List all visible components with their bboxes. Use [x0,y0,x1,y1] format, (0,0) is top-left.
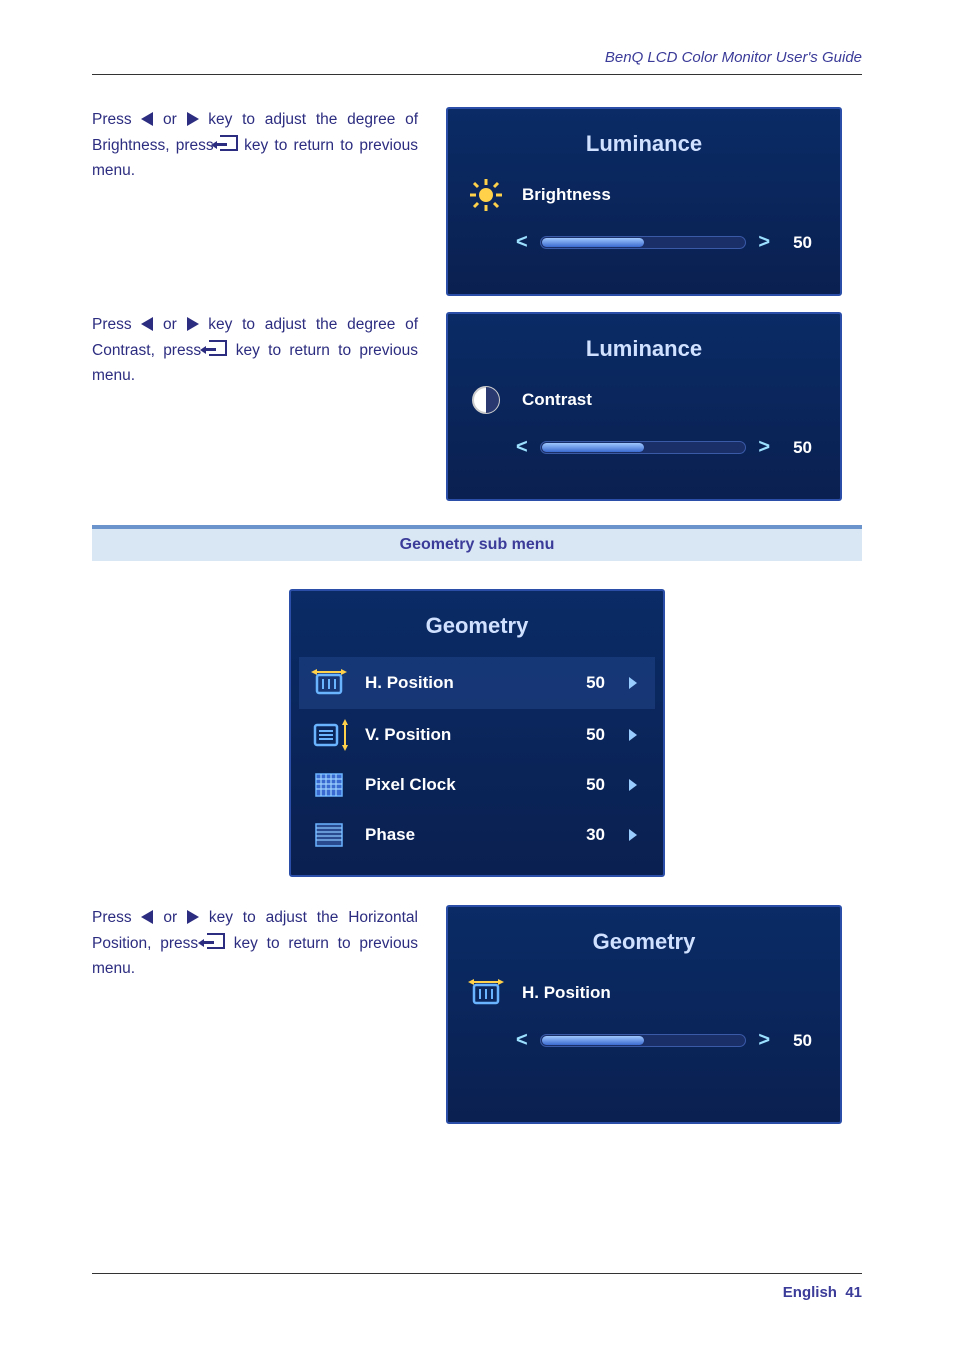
footer-lang: English [783,1284,837,1301]
slider-row: < > 50 [456,1023,832,1052]
right-arrow-icon [187,910,199,924]
left-arrow-icon [141,112,153,126]
menu-value: 50 [586,775,615,795]
slider-row: < > 50 [456,225,832,254]
slider-track[interactable] [540,236,747,249]
text: or [153,316,186,333]
menu-value: 50 [586,725,615,745]
text: Press [92,909,141,926]
pixelclock-icon [307,765,351,805]
right-arrow-icon [187,317,199,331]
osd-geometry-menu: Geometry H. Position 50 V. Position 50 P… [289,589,665,877]
osd-item-label: Brightness [522,185,814,205]
osd-item-label: Contrast [522,390,814,410]
slider-track[interactable] [540,1034,747,1047]
osd-item-label: H. Position [522,983,814,1003]
osd-title: Luminance [456,115,832,175]
brightness-block: Press or key to adjust the degree of Bri… [92,107,862,296]
osd-title: Luminance [456,320,832,380]
caret-right-icon [629,829,637,841]
text: Press [92,316,141,333]
contrast-block: Press or key to adjust the degree of Con… [92,312,862,501]
menu-item-hposition[interactable]: H. Position 50 [299,657,655,709]
menu-item-phase[interactable]: Phase 30 [299,815,655,865]
geometry-section-heading: Geometry sub menu [92,525,862,561]
decrease-icon[interactable]: < [516,231,528,254]
slider-value: 50 [782,1031,812,1051]
menu-item-vposition[interactable]: V. Position 50 [299,715,655,765]
phase-icon [307,815,351,855]
slider-track[interactable] [540,441,747,454]
menu-item-pixelclock[interactable]: Pixel Clock 50 [299,765,655,815]
exit-icon [209,340,227,356]
caret-right-icon [629,677,637,689]
osd-luminance-brightness: Luminance Brightness < > 50 [446,107,842,296]
hposition-icon [307,663,351,703]
page-header: BenQ LCD Color Monitor User's Guide [92,49,862,75]
exit-icon [220,135,238,151]
text: Press [92,111,141,128]
decrease-icon[interactable]: < [516,436,528,459]
left-arrow-icon [141,317,153,331]
hposition-instruction: Press or key to adjust the Horizontal Po… [92,905,418,1124]
osd-geometry-hposition: Geometry H. Position < > 50 [446,905,842,1124]
page-footer: English 41 [92,1273,862,1301]
increase-icon[interactable]: > [758,231,770,254]
text: or [153,909,187,926]
osd-row-brightness: Brightness [456,175,832,225]
slider-value: 50 [782,438,812,458]
caret-right-icon [629,779,637,791]
osd-title: Geometry [456,913,832,973]
osd-luminance-contrast: Luminance Contrast < > 50 [446,312,842,501]
footer-page: 41 [845,1284,862,1301]
increase-icon[interactable]: > [758,436,770,459]
menu-label: Pixel Clock [365,775,572,795]
text: or [153,111,186,128]
decrease-icon[interactable]: < [516,1029,528,1052]
brightness-instruction: Press or key to adjust the degree of Bri… [92,107,418,296]
osd-row-hposition: H. Position [456,973,832,1023]
slider-value: 50 [782,233,812,253]
contrast-icon [464,380,508,420]
hposition-block: Press or key to adjust the Horizontal Po… [92,905,862,1124]
osd-title: Geometry [299,597,655,657]
contrast-instruction: Press or key to adjust the degree of Con… [92,312,418,501]
hposition-icon [464,973,508,1013]
slider-row: < > 50 [456,430,832,459]
caret-right-icon [629,729,637,741]
brightness-icon [464,175,508,215]
osd-row-contrast: Contrast [456,380,832,430]
right-arrow-icon [187,112,199,126]
menu-label: H. Position [365,673,572,693]
menu-label: V. Position [365,725,572,745]
increase-icon[interactable]: > [758,1029,770,1052]
exit-icon [207,933,225,949]
menu-value: 50 [586,673,615,693]
left-arrow-icon [141,910,153,924]
vposition-icon [307,715,351,755]
menu-value: 30 [586,825,615,845]
menu-label: Phase [365,825,572,845]
